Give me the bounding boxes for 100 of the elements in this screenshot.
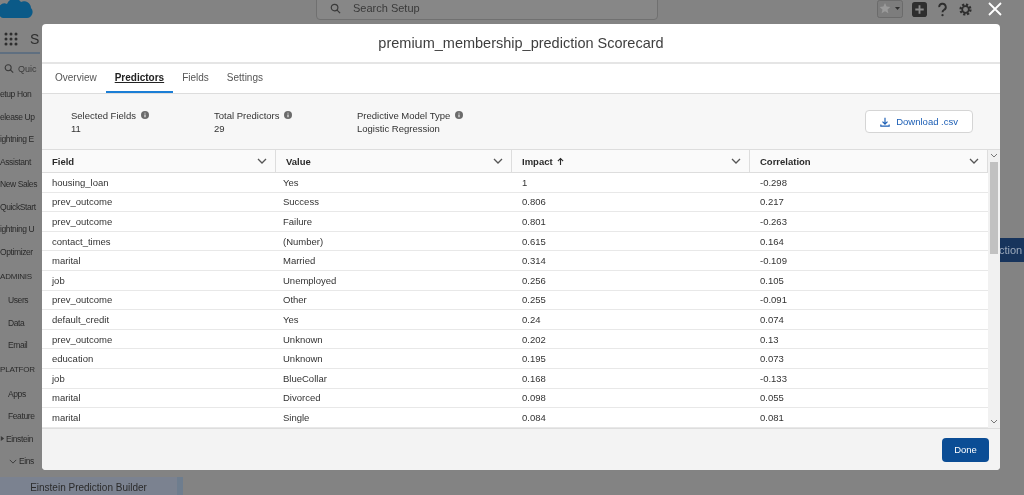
table-cell: 0.13 (760, 333, 779, 345)
table-cell: Failure (283, 216, 313, 227)
table-cell: 0.24 (522, 313, 541, 325)
table-cell: 0.084 (522, 411, 546, 423)
sidebar-item[interactable]: QuickStart (0, 201, 36, 212)
scrollbar-drawing[interactable] (988, 150, 1000, 428)
stat-label: Predictive Model Type (357, 109, 451, 121)
table-cell: 0.255 (522, 294, 546, 306)
tab[interactable]: Settings (217, 64, 272, 93)
table-cell: 0.073 (760, 353, 784, 365)
table-cell: (Number) (283, 235, 324, 247)
close-icon[interactable] (986, 0, 1004, 18)
cloud-logo (0, 0, 36, 20)
table-cell: Unknown (283, 353, 323, 365)
table-cell: 0.195 (522, 353, 546, 365)
sort-arrow-icon (556, 156, 564, 166)
chevron-down-icon[interactable] (257, 158, 267, 164)
sidebar-item[interactable]: etup Hon (0, 89, 32, 100)
table-cell: -0.298 (760, 176, 787, 188)
table-cell: 0.202 (522, 333, 546, 345)
table-cell: job (52, 372, 65, 384)
table-cell: 0.806 (522, 196, 546, 208)
table-cell: BlueCollar (283, 372, 327, 384)
tab[interactable]: Overview (46, 64, 106, 93)
table-cell: job (52, 274, 65, 286)
download-icon (880, 116, 891, 127)
stat-value: 29 (214, 122, 226, 134)
chevron-down-icon[interactable] (969, 158, 979, 164)
sidebar-item[interactable]: ADMINIS (0, 271, 32, 281)
table-cell: Yes (283, 313, 299, 325)
table-cell: -0.263 (760, 216, 787, 227)
table-cell: -0.091 (760, 294, 787, 306)
app-launcher-icon[interactable] (4, 32, 18, 46)
sidebar-item[interactable]: elease Up (0, 111, 35, 122)
table-cell: Other (283, 294, 307, 306)
info-icon[interactable] (140, 111, 149, 119)
sidebar-item[interactable]: Einstein (6, 433, 34, 444)
table-cell: 0.615 (522, 235, 546, 247)
sidebar-item[interactable]: Assistant (0, 156, 31, 167)
table-cell: default_credit (52, 313, 110, 325)
sidebar-item[interactable]: Eins (19, 456, 34, 467)
chevron-down-icon[interactable] (731, 158, 741, 164)
caret-icon (0, 436, 5, 442)
dialog-title: premium_membership_prediction Scorecard (378, 35, 664, 51)
sidebar-item[interactable]: Apps (8, 388, 26, 399)
table-cell: marital (52, 392, 81, 404)
sidebar-item[interactable]: PLATFOR (0, 365, 35, 374)
table-cell: prev_outcome (52, 216, 113, 227)
table-cell: -0.133 (760, 372, 787, 384)
chevron-down-icon (9, 458, 17, 464)
sidebar-item[interactable]: Data (8, 317, 25, 328)
sidebar-item[interactable]: ightning E (0, 134, 34, 145)
done-button[interactable]: Done (942, 437, 989, 462)
table-cell: Success (283, 196, 319, 208)
table-cell: 1 (522, 176, 528, 188)
stat-value: 11 (71, 122, 82, 134)
sidebar-item[interactable]: Feature (8, 411, 35, 422)
help-icon[interactable] (935, 1, 950, 17)
table-cell: housing_loan (52, 176, 109, 188)
table-cell: Single (283, 411, 310, 423)
sidebar-item[interactable]: Email (8, 340, 28, 351)
table-cell: 0.074 (760, 313, 784, 325)
table-cell: 0.164 (760, 235, 784, 247)
table-cell: marital (52, 255, 81, 267)
table-cell: 0.256 (522, 274, 546, 286)
table-cell: prev_outcome (52, 196, 113, 208)
table-cell: Unknown (283, 333, 323, 345)
table-cell: Divorced (283, 392, 321, 404)
table-cell: 0.081 (760, 411, 784, 423)
table-cell: 0.055 (760, 392, 784, 404)
download-button[interactable]: Download .csv (865, 110, 973, 133)
table-cell: contact_times (52, 235, 111, 247)
table-cell: Unemployed (283, 274, 337, 286)
info-icon[interactable] (455, 111, 464, 119)
stat-value: Logistic Regression (357, 122, 441, 134)
table-cell: marital (52, 411, 81, 423)
sidebar-item[interactable]: Optimizer (0, 246, 33, 257)
sidebar-item[interactable]: ightning U (0, 224, 35, 235)
search-icon (4, 63, 14, 74)
sidebar-item[interactable]: Einstein Prediction Builder (0, 476, 183, 495)
table-cell: 0.217 (760, 196, 784, 208)
table-cell: 0.098 (522, 392, 546, 404)
table-cell: 0.314 (522, 255, 546, 267)
sidebar-item[interactable]: Users (8, 295, 29, 306)
search-field[interactable]: Search Setup (316, 0, 658, 20)
app-name: S (30, 31, 40, 47)
tab[interactable]: Fields (173, 64, 218, 93)
table-cell: 0.105 (760, 274, 784, 286)
table-cell: Married (283, 255, 316, 267)
quick-find-field[interactable]: Quic (18, 63, 38, 74)
stat-label: Total Predictors (214, 109, 280, 121)
settings-icon[interactable] (958, 1, 973, 17)
info-icon[interactable] (284, 111, 293, 119)
table-cell: 0.801 (522, 216, 546, 227)
add-icon[interactable] (912, 1, 927, 17)
table-cell: Yes (283, 176, 299, 188)
table-cell: education (52, 353, 94, 365)
sidebar-item[interactable]: New Sales (0, 179, 38, 190)
table-cell: prev_outcome (52, 294, 113, 306)
chevron-down-icon[interactable] (493, 158, 503, 164)
